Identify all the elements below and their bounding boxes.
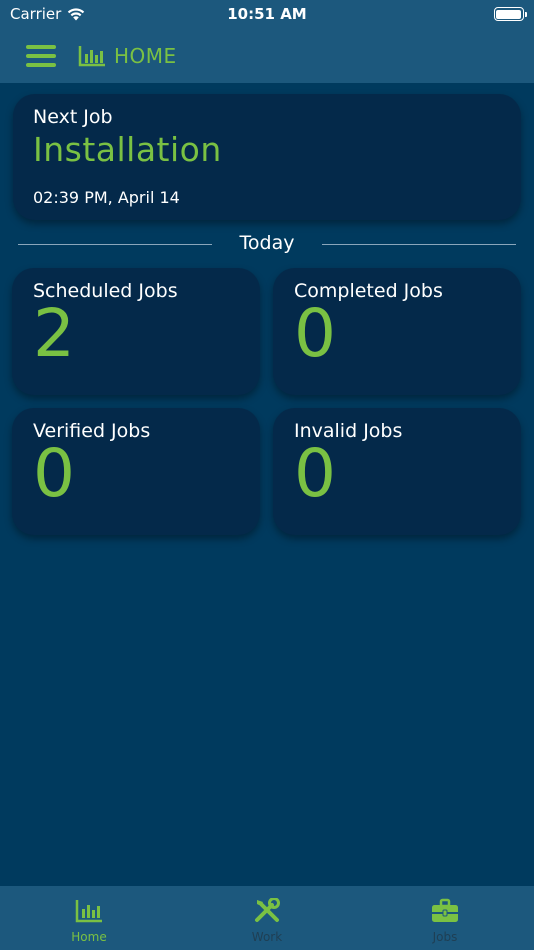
wifi-icon <box>68 7 85 20</box>
tab-label: Work <box>251 930 283 944</box>
divider-line-left <box>18 244 212 245</box>
stat-value: 0 <box>294 295 336 372</box>
bar-chart-icon <box>78 45 105 66</box>
today-divider: Today <box>0 232 534 256</box>
next-job-card[interactable]: Next Job Installation 02:39 PM, April 14 <box>13 94 521 220</box>
divider-line-right <box>322 244 516 245</box>
completed-jobs-card[interactable]: Completed Jobs 0 <box>273 268 521 395</box>
carrier-label: Carrier <box>10 5 62 23</box>
briefcase-icon <box>432 898 458 922</box>
scheduled-jobs-card[interactable]: Scheduled Jobs 2 <box>12 268 260 395</box>
stat-value: 0 <box>33 435 75 512</box>
status-bar: Carrier 10:51 AM <box>0 0 534 28</box>
next-job-type: Installation <box>33 130 222 169</box>
tab-label: Home <box>71 930 107 944</box>
next-job-datetime: 02:39 PM, April 14 <box>33 188 180 207</box>
verified-jobs-card[interactable]: Verified Jobs 0 <box>12 408 260 535</box>
status-time: 10:51 AM <box>227 5 307 23</box>
stat-value: 0 <box>294 435 336 512</box>
bar-chart-icon <box>75 900 102 923</box>
invalid-jobs-card[interactable]: Invalid Jobs 0 <box>273 408 521 535</box>
today-heading: Today <box>239 232 295 254</box>
status-left: Carrier <box>10 5 160 23</box>
battery-icon <box>493 7 527 21</box>
tab-label: Jobs <box>432 930 458 944</box>
tab-bar: Home Work Jobs <box>0 886 534 950</box>
tab-home[interactable]: Home <box>0 886 178 950</box>
tools-icon <box>255 898 280 922</box>
hamburger-menu-icon[interactable] <box>26 44 56 67</box>
status-right <box>374 7 527 21</box>
stat-value: 2 <box>33 295 75 372</box>
nav-bar: HOME <box>0 28 534 83</box>
page-title: HOME <box>114 43 177 68</box>
tab-jobs[interactable]: Jobs <box>356 886 534 950</box>
next-job-label: Next Job <box>33 106 113 128</box>
tab-work[interactable]: Work <box>178 886 356 950</box>
